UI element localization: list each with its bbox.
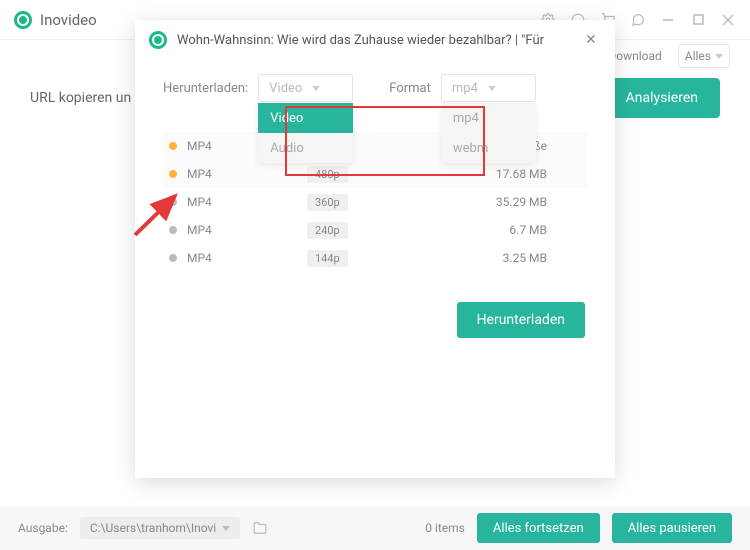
bottom-bar: Ausgabe: C:\Users\tranhom\Inovi 0 items … bbox=[0, 506, 750, 550]
app-name: Inovideo bbox=[40, 11, 97, 29]
output-path-selector[interactable]: C:\Users\tranhom\Inovi bbox=[80, 517, 240, 539]
close-icon[interactable] bbox=[720, 12, 736, 28]
url-label: URL kopieren un bbox=[30, 90, 131, 106]
file-format: MP4 bbox=[187, 167, 307, 181]
modal-close-icon[interactable]: ✕ bbox=[585, 32, 601, 48]
file-quality: 360p bbox=[307, 194, 348, 211]
file-size: 17.68 MB bbox=[457, 167, 587, 181]
file-size: 3.25 MB bbox=[457, 251, 587, 265]
file-row[interactable]: MP4360p 35.29 MB bbox=[163, 188, 587, 216]
selection-dot bbox=[169, 142, 177, 150]
output-label: Ausgabe: bbox=[18, 521, 68, 535]
selection-dot bbox=[169, 254, 177, 262]
format-label: Format bbox=[389, 81, 431, 96]
maximize-icon[interactable] bbox=[690, 12, 706, 28]
app-logo bbox=[14, 11, 32, 29]
tab-alles[interactable]: Alles bbox=[678, 44, 730, 68]
download-type-dropdown: Video Audio bbox=[258, 103, 353, 163]
file-format: MP4 bbox=[187, 195, 307, 209]
file-row[interactable]: MP4144p 3.25 MB bbox=[163, 244, 587, 272]
file-format: MP4 bbox=[187, 223, 307, 237]
chevron-down-icon bbox=[312, 86, 320, 91]
format-option-webm[interactable]: webm bbox=[441, 133, 536, 163]
download-type-label: Herunterladen: bbox=[163, 81, 248, 96]
type-option-audio[interactable]: Audio bbox=[258, 133, 353, 163]
file-row[interactable]: MP4480p 17.68 MB bbox=[163, 160, 587, 188]
file-quality: 480p bbox=[307, 166, 348, 183]
modal-logo bbox=[149, 31, 167, 49]
resume-all-button[interactable]: Alles fortsetzen bbox=[477, 513, 600, 543]
download-modal: Wohn-Wahnsinn: Wie wird das Zuhause wied… bbox=[135, 20, 615, 478]
file-size: 35.29 MB bbox=[457, 195, 587, 209]
file-size: 6.7 MB bbox=[457, 223, 587, 237]
modal-title: Wohn-Wahnsinn: Wie wird das Zuhause wied… bbox=[177, 33, 585, 48]
comment-icon[interactable] bbox=[630, 12, 646, 28]
type-option-video[interactable]: Video bbox=[258, 103, 353, 133]
file-quality: 240p bbox=[307, 222, 348, 239]
minimize-icon[interactable] bbox=[660, 12, 676, 28]
chevron-down-icon bbox=[715, 54, 723, 59]
folder-icon[interactable] bbox=[252, 521, 268, 535]
items-count: 0 items bbox=[425, 521, 465, 535]
file-format: MP4 bbox=[187, 251, 307, 265]
download-button[interactable]: Herunterladen bbox=[457, 302, 585, 338]
analyze-button[interactable]: Analysieren bbox=[604, 78, 720, 118]
selection-dot bbox=[169, 170, 177, 178]
download-type-select[interactable]: Video Video Audio bbox=[258, 74, 353, 102]
file-row[interactable]: MP4240p 6.7 MB bbox=[163, 216, 587, 244]
pause-all-button[interactable]: Alles pausieren bbox=[612, 513, 732, 543]
selection-dot bbox=[169, 198, 177, 206]
format-option-mp4[interactable]: mp4 bbox=[441, 103, 536, 133]
chevron-down-icon bbox=[222, 526, 230, 531]
chevron-down-icon bbox=[488, 86, 496, 91]
format-dropdown: mp4 webm bbox=[441, 103, 536, 163]
format-select[interactable]: mp4 mp4 webm bbox=[441, 74, 536, 102]
selection-dot bbox=[169, 226, 177, 234]
file-quality: 144p bbox=[307, 250, 348, 267]
